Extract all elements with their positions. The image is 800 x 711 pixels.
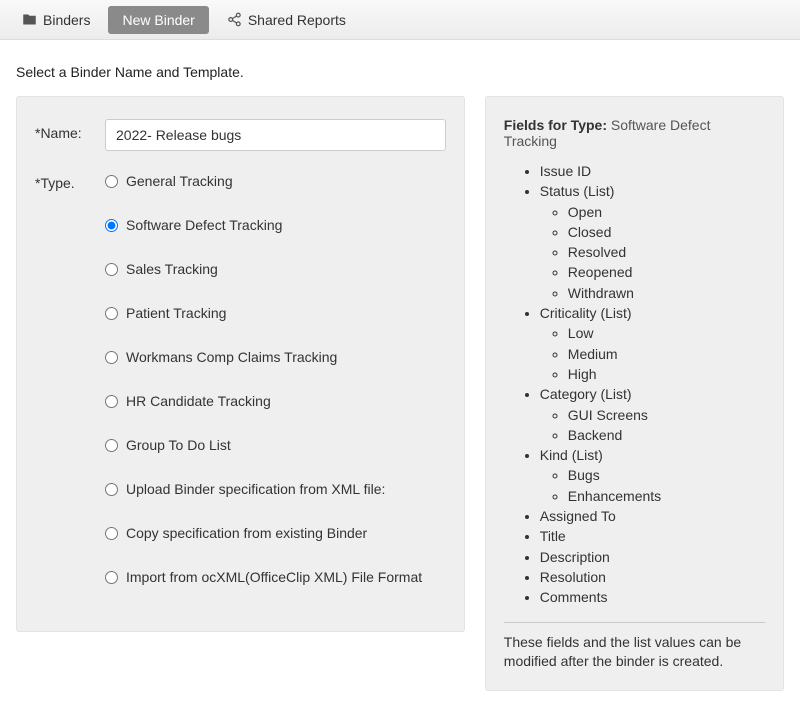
tab-shared-reports[interactable]: Shared Reports [213, 6, 360, 34]
type-label: *Type. [35, 169, 105, 191]
type-row: *Type. General Tracking Software Defect T… [35, 169, 446, 585]
field-item: Description [540, 547, 765, 567]
type-radio[interactable] [105, 307, 118, 320]
field-item: Category (List)GUI ScreensBackend [540, 384, 765, 445]
field-item: Assigned To [540, 506, 765, 526]
type-radio[interactable] [105, 571, 118, 584]
type-radio[interactable] [105, 219, 118, 232]
type-option-label: Software Defect Tracking [126, 217, 282, 233]
field-sublist: GUI ScreensBackend [540, 405, 765, 446]
field-item: Criticality (List)LowMediumHigh [540, 303, 765, 384]
type-radio-list: General Tracking Software Defect Tracking… [105, 169, 446, 585]
tab-label: New Binder [122, 12, 194, 28]
type-option-label: Workmans Comp Claims Tracking [126, 349, 337, 365]
type-option[interactable]: HR Candidate Tracking [105, 393, 446, 409]
type-option[interactable]: Upload Binder specification from XML fil… [105, 481, 446, 497]
tab-new-binder[interactable]: New Binder [108, 6, 208, 34]
field-sublist: OpenClosedResolvedReopenedWithdrawn [540, 202, 765, 303]
type-option-label: Sales Tracking [126, 261, 218, 277]
type-option[interactable]: Workmans Comp Claims Tracking [105, 349, 446, 365]
fields-panel: Fields for Type: Software Defect Trackin… [485, 96, 784, 691]
type-option-label: Import from ocXML(OfficeClip XML) File F… [126, 569, 422, 585]
field-sublist: BugsEnhancements [540, 465, 765, 506]
page-title: Select a Binder Name and Template. [0, 40, 800, 88]
type-option[interactable]: Patient Tracking [105, 305, 446, 321]
name-input[interactable] [105, 119, 446, 151]
field-subitem: GUI Screens [568, 405, 765, 425]
tab-binders[interactable]: Binders [8, 6, 104, 34]
type-option[interactable]: Software Defect Tracking [105, 217, 446, 233]
tab-bar: Binders New Binder Shared Reports [0, 0, 800, 40]
field-item: Comments [540, 587, 765, 607]
field-subitem: Resolved [568, 242, 765, 262]
type-option-label: Patient Tracking [126, 305, 226, 321]
field-item: Status (List)OpenClosedResolvedReopenedW… [540, 181, 765, 303]
field-item: Resolution [540, 567, 765, 587]
field-item: Title [540, 526, 765, 546]
divider [504, 622, 765, 623]
field-subitem: Medium [568, 344, 765, 364]
type-radio[interactable] [105, 175, 118, 188]
type-option-label: Upload Binder specification from XML fil… [126, 481, 385, 497]
type-option-label: Group To Do List [126, 437, 231, 453]
type-option[interactable]: General Tracking [105, 173, 446, 189]
fields-list: Issue IDStatus (List)OpenClosedResolvedR… [504, 161, 765, 608]
type-option-label: HR Candidate Tracking [126, 393, 271, 409]
type-option[interactable]: Group To Do List [105, 437, 446, 453]
field-subitem: Backend [568, 425, 765, 445]
fields-header-label: Fields for Type: [504, 117, 607, 133]
name-label: *Name: [35, 119, 105, 141]
type-radio[interactable] [105, 439, 118, 452]
field-subitem: Enhancements [568, 486, 765, 506]
name-row: *Name: [35, 119, 446, 151]
type-option-label: Copy specification from existing Binder [126, 525, 367, 541]
type-option[interactable]: Copy specification from existing Binder [105, 525, 446, 541]
fields-header: Fields for Type: Software Defect Trackin… [504, 117, 765, 149]
field-subitem: Reopened [568, 262, 765, 282]
content-area: *Name: *Type. General Tracking Software D… [0, 88, 800, 711]
field-subitem: Withdrawn [568, 283, 765, 303]
field-subitem: Low [568, 323, 765, 343]
type-radio[interactable] [105, 527, 118, 540]
field-subitem: High [568, 364, 765, 384]
type-option-label: General Tracking [126, 173, 233, 189]
type-radio[interactable] [105, 395, 118, 408]
folder-icon [22, 12, 37, 27]
field-item: Issue ID [540, 161, 765, 181]
share-icon [227, 12, 242, 27]
field-subitem: Open [568, 202, 765, 222]
field-sublist: LowMediumHigh [540, 323, 765, 384]
field-subitem: Closed [568, 222, 765, 242]
type-radio[interactable] [105, 483, 118, 496]
fields-note: These fields and the list values can be … [504, 633, 765, 672]
tab-label: Shared Reports [248, 12, 346, 28]
field-subitem: Bugs [568, 465, 765, 485]
type-radio[interactable] [105, 263, 118, 276]
form-panel: *Name: *Type. General Tracking Software D… [16, 96, 465, 632]
field-item: Kind (List)BugsEnhancements [540, 445, 765, 506]
type-option[interactable]: Import from ocXML(OfficeClip XML) File F… [105, 569, 446, 585]
type-option[interactable]: Sales Tracking [105, 261, 446, 277]
type-radio[interactable] [105, 351, 118, 364]
tab-label: Binders [43, 12, 90, 28]
